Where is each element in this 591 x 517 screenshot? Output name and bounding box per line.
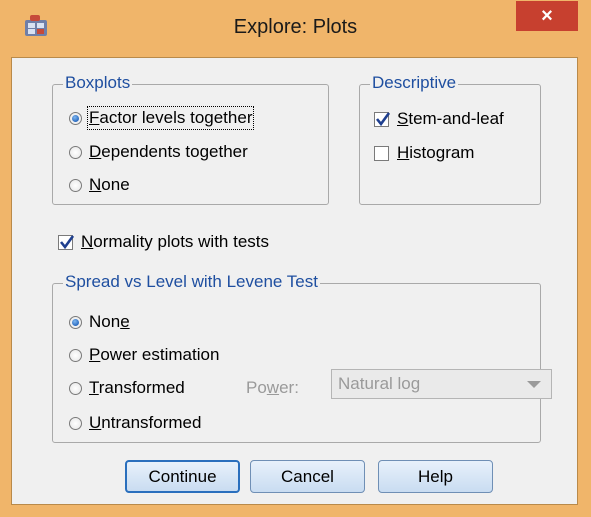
checkbox-label: Histogram <box>397 143 475 162</box>
spread-legend: Spread vs Level with Levene Test <box>63 272 320 292</box>
radio-spread-none[interactable]: None <box>69 310 130 334</box>
radio-indicator[interactable] <box>69 381 82 395</box>
continue-label: Continue <box>148 467 217 486</box>
close-icon: × <box>541 5 553 27</box>
cancel-label: Cancel <box>281 467 334 486</box>
power-select[interactable]: Natural log <box>331 369 552 399</box>
radio-indicator[interactable] <box>69 315 82 329</box>
dialog-window: Explore: Plots × Boxplots Factor levels … <box>0 0 591 517</box>
title-bar[interactable]: Explore: Plots × <box>0 0 591 60</box>
dialog-body: Boxplots Factor levels together Dependen… <box>11 57 578 505</box>
radio-transformed[interactable]: Transformed <box>69 376 185 400</box>
radio-dependents-together[interactable]: Dependents together <box>69 140 248 164</box>
checkbox-indicator[interactable] <box>374 111 391 127</box>
descriptive-legend: Descriptive <box>370 73 459 93</box>
power-select-value: Natural log <box>338 374 421 393</box>
radio-label: Untransformed <box>89 413 202 432</box>
radio-label: Factor levels together <box>86 106 255 130</box>
checkmark-icon <box>375 111 391 126</box>
radio-label: Transformed <box>89 378 185 397</box>
checkbox-histogram[interactable]: Histogram <box>374 141 474 165</box>
boxplots-legend: Boxplots <box>63 73 133 93</box>
radio-label: None <box>89 175 130 194</box>
continue-button[interactable]: Continue <box>125 460 240 493</box>
window-title: Explore: Plots <box>233 16 358 38</box>
checkbox-indicator[interactable] <box>58 234 75 250</box>
radio-indicator[interactable] <box>69 416 82 430</box>
boxplots-group: Boxplots Factor levels together Dependen… <box>52 73 329 205</box>
spread-vs-level-group: Spread vs Level with Levene Test None Po… <box>52 272 541 443</box>
radio-label: Dependents together <box>89 142 248 161</box>
help-label: Help <box>418 467 453 486</box>
power-label: Po w er: <box>246 378 299 397</box>
checkbox-label: Stem-and-leaf <box>397 109 504 128</box>
descriptive-group: Descriptive Stem-and-leaf Histogram <box>359 73 541 205</box>
checkbox-label: Normality plots with tests <box>81 232 270 251</box>
radio-indicator[interactable] <box>69 111 82 125</box>
chevron-down-icon <box>527 381 541 388</box>
radio-factor-levels-together[interactable]: Factor levels together <box>69 106 255 130</box>
radio-power-estimation[interactable]: Power estimation <box>69 343 219 367</box>
radio-label: None <box>89 312 130 331</box>
checkbox-normality-plots[interactable]: Normality plots with tests <box>58 230 269 254</box>
close-button[interactable]: × <box>516 1 578 31</box>
radio-indicator[interactable] <box>69 178 82 192</box>
radio-label: Power estimation <box>89 345 220 364</box>
radio-indicator[interactable] <box>69 348 82 362</box>
cancel-button[interactable]: Cancel <box>250 460 365 493</box>
radio-untransformed[interactable]: Untransformed <box>69 411 201 435</box>
checkbox-stem-and-leaf[interactable]: Stem-and-leaf <box>374 107 504 131</box>
radio-boxplots-none[interactable]: None <box>69 173 130 197</box>
checkbox-indicator[interactable] <box>374 145 389 161</box>
help-button[interactable]: Help <box>378 460 493 493</box>
radio-indicator[interactable] <box>69 145 82 159</box>
checkmark-icon <box>59 234 75 249</box>
